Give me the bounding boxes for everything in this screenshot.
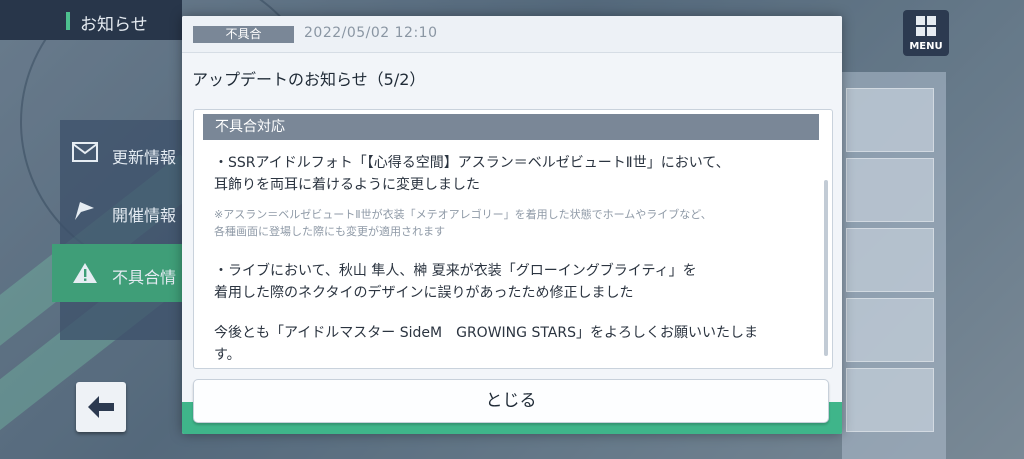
- body-text: 耳飾りを両耳に着けるように変更しました: [214, 177, 480, 193]
- body-text: ・SSRアイドルフォト「【心得る空間】アスラン＝ベルゼビュートⅡ世」において、: [214, 155, 730, 171]
- flag-icon: [72, 200, 98, 222]
- body-text: 着用した際のネクタイのデザインに誤りがあったため修正しました: [214, 285, 634, 301]
- body-text: す。: [214, 347, 241, 363]
- back-button[interactable]: [76, 382, 126, 432]
- screen-header: お知らせ: [0, 0, 182, 40]
- sidebar-item-label: 不具合情: [112, 268, 177, 287]
- menu-button[interactable]: MENU: [903, 10, 949, 56]
- body-text: 今後とも「アイドルマスター SideM GROWING STARS」をよろしくお…: [214, 325, 758, 341]
- warning-icon: [72, 262, 98, 284]
- list-item: [846, 298, 934, 362]
- mail-icon: [72, 142, 98, 164]
- note-text: ※アスラン＝ベルゼビュートⅡ世が衣装「メテオアレゴリー」を着用した状態でホームや…: [214, 208, 712, 221]
- sidebar-item-updates[interactable]: 更新情報: [60, 124, 182, 182]
- divider: [182, 52, 842, 53]
- notice-date: 2022/05/02 12:10: [304, 25, 438, 41]
- notice-title: アップデートのお知らせ（5/2）: [192, 70, 426, 89]
- arrow-left-icon: [88, 396, 114, 418]
- notice-body[interactable]: 不具合対応 ・SSRアイドルフォト「【心得る空間】アスラン＝ベルゼビュートⅡ世」…: [193, 109, 833, 369]
- menu-label: MENU: [909, 41, 943, 52]
- notice-dialog: 不具合 2022/05/02 12:10 アップデートのお知らせ（5/2） 不具…: [182, 16, 842, 434]
- list-item: [846, 228, 934, 292]
- sidebar: 更新情報 開催情報 不具合情: [52, 120, 182, 340]
- note-text: 各種画面に登場した際にも変更が適用されます: [214, 225, 445, 238]
- list-item: [846, 368, 934, 432]
- sidebar-item-label: 開催情報: [112, 206, 177, 225]
- list-item: [846, 88, 934, 152]
- category-badge: 不具合: [193, 26, 294, 43]
- list-item: [846, 158, 934, 222]
- header-accent-bar: [66, 12, 70, 30]
- screen-title: お知らせ: [80, 15, 148, 35]
- sidebar-item-events[interactable]: 開催情報: [60, 182, 182, 240]
- section-heading: 不具合対応: [203, 114, 819, 140]
- body-text: ・ライブにおいて、秋山 隼人、榊 夏来が衣装「グローイングブライティ」を: [214, 263, 697, 279]
- close-button[interactable]: とじる: [193, 379, 829, 423]
- sidebar-item-label: 更新情報: [112, 148, 177, 167]
- grid-icon: [916, 16, 936, 36]
- scrollbar[interactable]: [824, 180, 828, 356]
- dialog-header: 不具合 2022/05/02 12:10: [182, 16, 842, 52]
- sidebar-item-bugs[interactable]: 不具合情: [52, 244, 182, 302]
